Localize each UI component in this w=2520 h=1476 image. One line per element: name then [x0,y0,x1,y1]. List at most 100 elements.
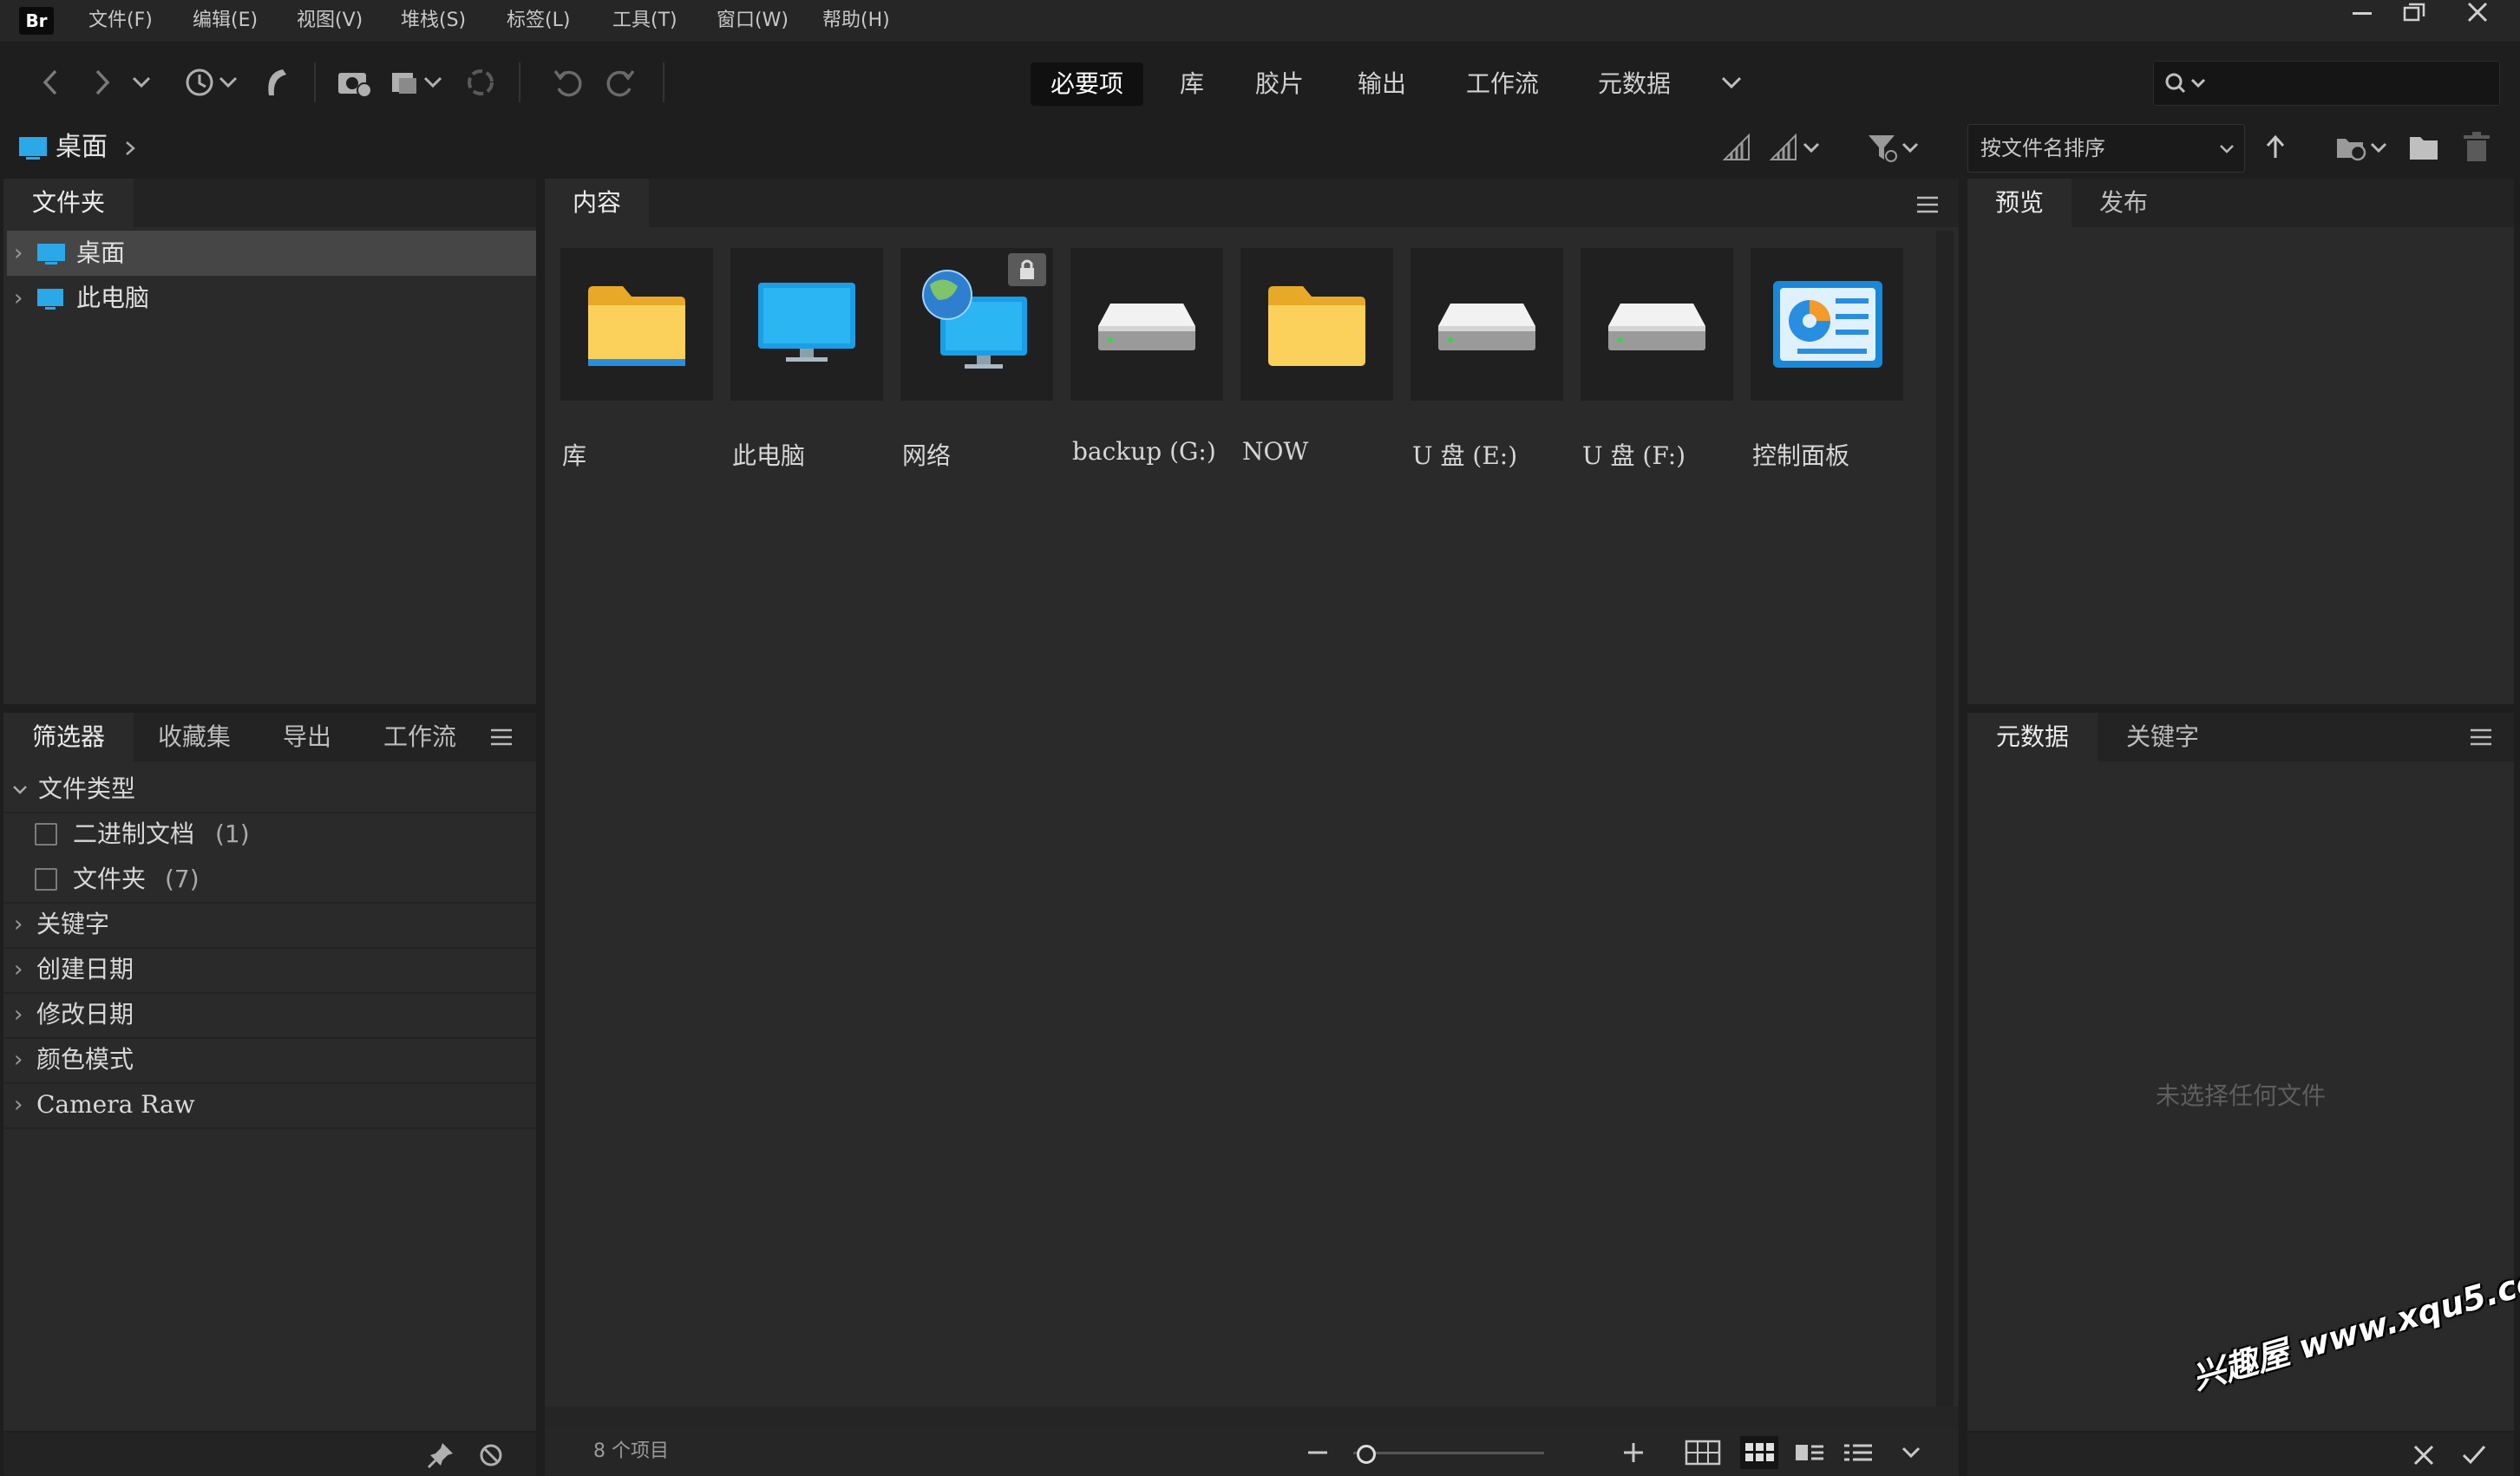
menu-stacks[interactable]: 堆栈(S) [401,5,466,36]
refine-button[interactable] [389,61,449,104]
breadcrumb-desktop[interactable]: 桌面 [56,125,108,170]
filter-section-file-type[interactable]: 文件类型 [3,767,536,813]
tree-item-desktop[interactable]: › 桌面 [7,231,536,276]
slider-thumb[interactable] [1357,1445,1376,1464]
content-tile[interactable]: NOW [1240,248,1397,508]
sort-dropdown[interactable]: 按文件名排序 [1967,124,2245,173]
grid-lock-button[interactable] [1685,1438,1721,1467]
recent-files-button[interactable] [180,61,241,104]
menu-tools[interactable]: 工具(T) [612,5,677,36]
tab-folders[interactable]: 文件夹 [3,179,134,227]
boomerang-button[interactable] [259,61,293,104]
filter-item-binary[interactable]: 二进制文档 (1) [3,812,536,857]
thumbnail[interactable] [1581,248,1733,401]
filter-section-created[interactable]: › 创建日期 [3,947,536,994]
filter-section-color-mode[interactable]: › 颜色模式 [3,1037,536,1084]
zoom-slider[interactable] [1353,1445,1544,1464]
tab-metadata[interactable]: 元数据 [1967,713,2098,761]
chevron-right-icon[interactable]: › [14,231,23,276]
tab-collections[interactable]: 收藏集 [134,713,255,761]
workspace-filmstrip[interactable]: 胶片 [1249,62,1310,106]
tree-item-this-pc[interactable]: › 此电脑 [7,276,536,321]
content-tile[interactable]: U 盘 (E:) [1411,248,1567,508]
workspace-output[interactable]: 输出 [1352,62,1412,106]
view-details-button[interactable] [1790,1436,1829,1469]
thumbnail[interactable] [1411,248,1563,401]
metadata-apply-button[interactable] [2460,1441,2488,1469]
panel-menu-button[interactable] [1915,194,1940,215]
content-tile[interactable]: U 盘 (F:) [1581,248,1737,508]
workspace-essentials[interactable]: 必要项 [1031,62,1143,106]
content-scrollbar[interactable] [1936,231,1954,1410]
view-options-button[interactable] [1898,1440,1924,1466]
delete-button[interactable] [2460,130,2495,165]
tab-filter[interactable]: 筛选器 [3,713,134,761]
workspace-more-button[interactable] [1714,61,1749,104]
tab-workflow[interactable]: 工作流 [359,713,481,761]
content-tile[interactable]: 控制面板 [1751,248,1907,508]
forward-button[interactable] [87,61,118,104]
new-folder-button[interactable] [2406,130,2441,165]
filter-section-keywords[interactable]: › 关键字 [3,902,536,949]
back-button[interactable] [35,61,66,104]
history-dropdown-button[interactable] [128,61,154,104]
sort-direction-button[interactable] [2262,132,2288,163]
filter-section-label: 创建日期 [36,955,134,983]
view-thumbnails-button[interactable] [1740,1436,1778,1469]
zoom-out-button[interactable] [1305,1440,1331,1466]
filter-section-modified[interactable]: › 修改日期 [3,992,536,1039]
zoom-in-button[interactable] [1620,1440,1646,1466]
thumbnail[interactable] [730,248,883,401]
content-hscrollbar[interactable] [545,1407,1959,1427]
breadcrumb-chevron-icon[interactable] [121,137,139,160]
panel-menu-button[interactable] [2469,727,2493,748]
content-tile[interactable]: 库 [560,248,717,508]
content-tile[interactable]: backup (G:) [1070,248,1227,508]
menu-window[interactable]: 窗口(W) [717,5,789,36]
menu-view[interactable]: 视图(V) [297,5,363,36]
rotate-left-button[interactable] [548,61,586,104]
checkbox[interactable] [35,823,57,846]
thumbnail[interactable] [1240,248,1393,401]
chevron-down-icon [13,786,27,794]
workspace-workflow[interactable]: 工作流 [1457,62,1548,106]
sort-quality-button[interactable] [1768,130,1825,165]
tab-publish[interactable]: 发布 [2072,179,2176,227]
clear-filter-button[interactable] [477,1441,505,1469]
tab-content[interactable]: 内容 [545,179,649,227]
thumbnail[interactable] [1070,248,1223,401]
chevron-right-icon[interactable]: › [14,276,23,321]
menu-edit[interactable]: 编辑(E) [193,5,258,36]
rotate-right-button[interactable] [602,61,640,104]
get-photos-button[interactable] [333,61,375,104]
sync-icon [468,69,494,95]
filter-section-camera-raw[interactable]: › Camera Raw [3,1082,536,1129]
panel-menu-button[interactable] [489,727,514,748]
checkbox[interactable] [35,868,57,891]
tab-keywords[interactable]: 关键字 [2098,713,2228,761]
keep-filter-button[interactable] [425,1440,456,1471]
tab-preview[interactable]: 预览 [1967,179,2072,227]
sync-button[interactable] [461,61,500,104]
thumbnail[interactable] [560,248,713,401]
filter-item-folder[interactable]: 文件夹 (7) [3,857,536,904]
workspace-library[interactable]: 库 [1168,62,1216,106]
content-tile[interactable]: 网络 [900,248,1057,508]
close-button[interactable] [2451,0,2504,26]
open-recent-folder-button[interactable] [2333,130,2394,165]
menu-file[interactable]: 文件(F) [88,5,153,36]
thumbnail[interactable] [900,248,1053,401]
view-list-button[interactable] [1839,1436,1877,1469]
tab-export[interactable]: 导出 [255,713,359,761]
search-input[interactable] [2153,61,2500,106]
filter-items-button[interactable] [1865,130,1926,165]
minimize-button[interactable] [2335,0,2387,26]
content-tile[interactable]: 此电脑 [730,248,887,508]
metadata-cancel-button[interactable] [2410,1441,2438,1469]
restore-button[interactable] [2389,0,2441,26]
menu-label[interactable]: 标签(L) [507,5,570,36]
thumbnail[interactable] [1751,248,1903,401]
sort-rating-button[interactable] [1719,130,1754,165]
workspace-metadata[interactable]: 元数据 [1589,62,1679,106]
menu-help[interactable]: 帮助(H) [822,5,890,36]
